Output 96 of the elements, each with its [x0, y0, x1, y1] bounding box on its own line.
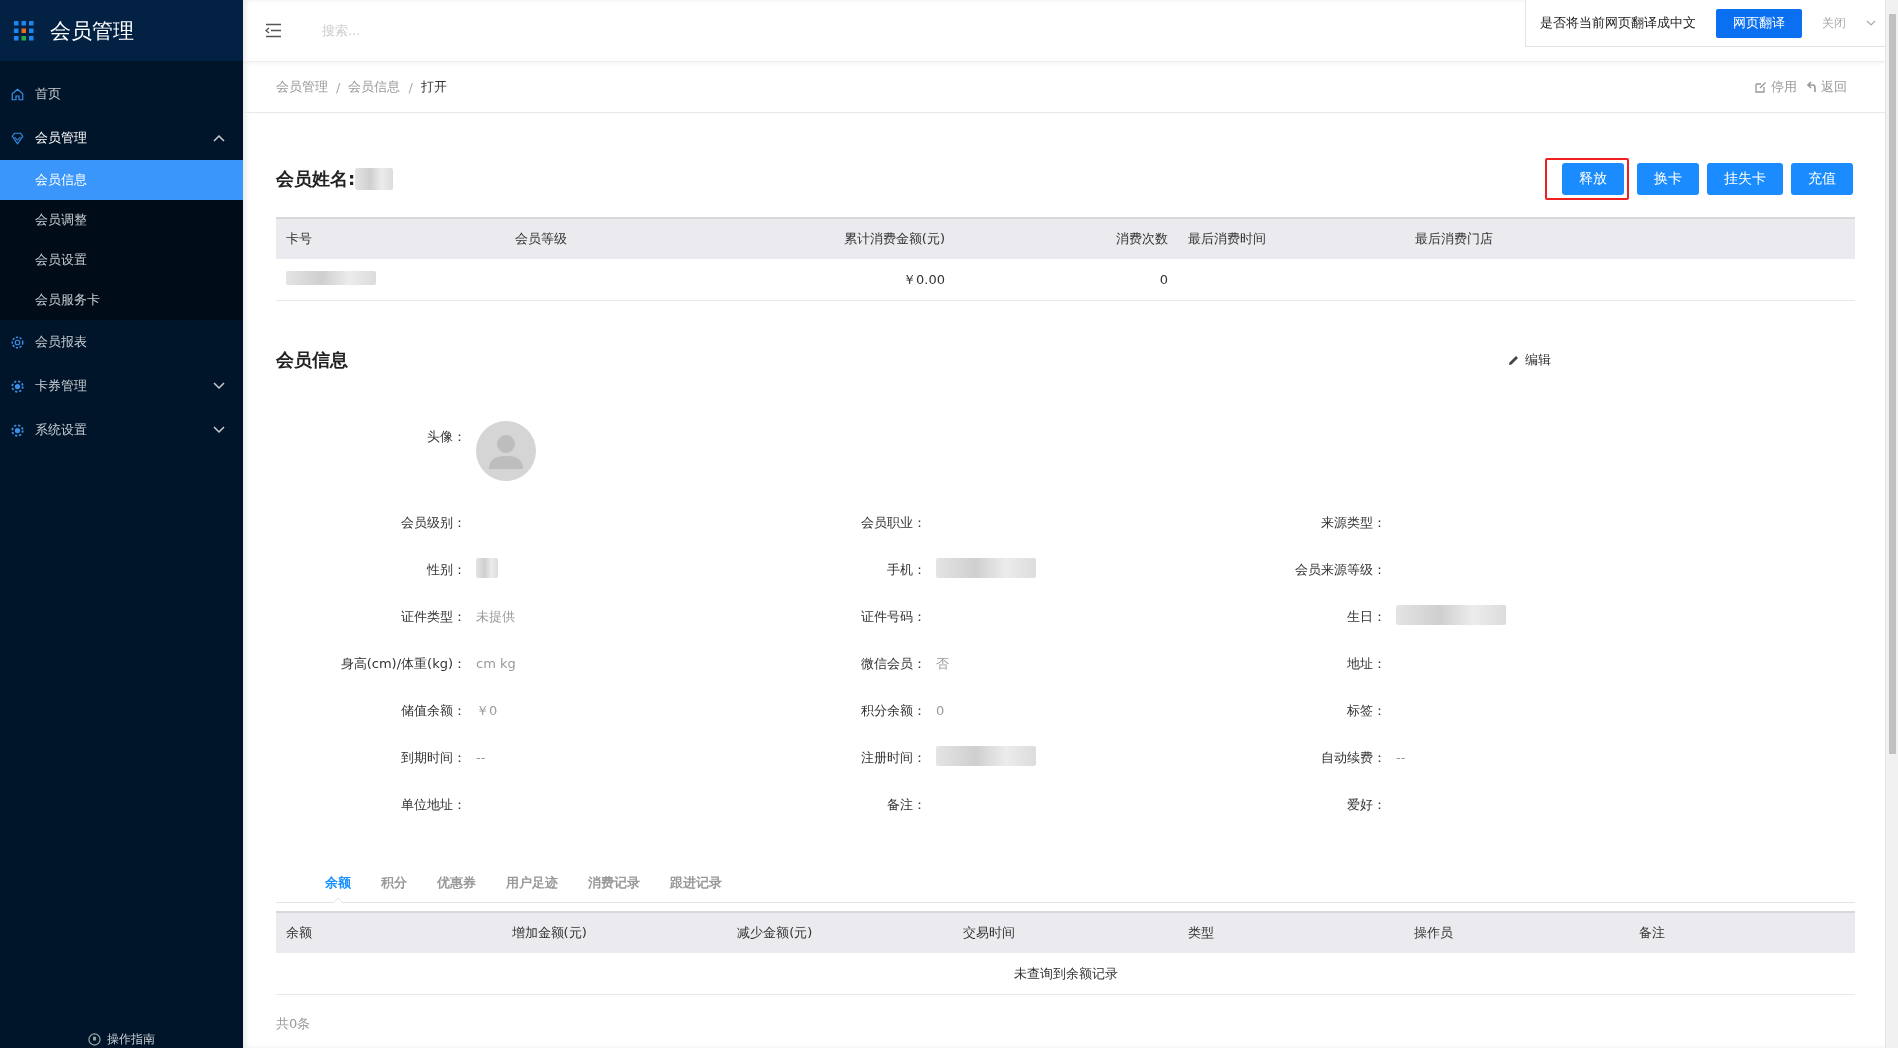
- scrollbar[interactable]: [1885, 0, 1898, 1048]
- chevron-icon: [213, 426, 225, 434]
- column-header: 会员等级: [505, 218, 755, 259]
- translate-button[interactable]: 网页翻译: [1716, 8, 1802, 38]
- field-label: 地址：: [1346, 654, 1387, 673]
- disable-button[interactable]: 停用: [1755, 78, 1797, 96]
- field-value: ￥0: [475, 701, 499, 720]
- field-label: 手机：: [886, 560, 927, 579]
- column-header: 最后消费门店: [1405, 218, 1855, 259]
- breadcrumb-item[interactable]: 会员信息: [348, 78, 401, 96]
- tab[interactable]: 积分: [366, 868, 422, 902]
- pencil-icon: [1508, 354, 1519, 366]
- field-label: 会员职业：: [860, 513, 927, 532]
- column-header: 最后消费时间: [1178, 218, 1405, 259]
- field-value: 0: [935, 703, 946, 718]
- field-label: 备注：: [886, 795, 927, 814]
- breadcrumb-item[interactable]: 会员管理: [276, 78, 328, 96]
- field-label: 性别：: [426, 560, 467, 579]
- field-label: 注册时间：: [860, 748, 927, 767]
- field-label: 自动续费：: [1320, 748, 1387, 767]
- member-name-label: 会员姓名:: [276, 167, 356, 191]
- table-cell: ￥0.00: [903, 271, 945, 287]
- action-button[interactable]: 释放: [1562, 163, 1624, 195]
- total-count: 共0条: [276, 1015, 312, 1033]
- diamond-icon: [10, 130, 25, 146]
- close-button[interactable]: 关闭: [1822, 14, 1846, 32]
- app-grid-icon[interactable]: [14, 20, 34, 41]
- field-label: 头像：: [426, 428, 467, 446]
- menu-item[interactable]: 会员管理: [0, 116, 243, 160]
- edit-button[interactable]: 编辑: [1508, 351, 1551, 369]
- breadcrumb-separator: /: [408, 79, 413, 95]
- menu-item[interactable]: 卡券管理: [0, 364, 243, 408]
- column-header: 累计消费金额(元): [755, 218, 955, 259]
- tab[interactable]: 跟进记录: [655, 868, 737, 902]
- field-label: 会员级别：: [400, 513, 467, 532]
- submenu-item[interactable]: 会员信息: [0, 160, 243, 200]
- breadcrumb-item: 打开: [420, 78, 447, 96]
- submenu-item[interactable]: 会员调整: [0, 200, 243, 240]
- empty-message: 未查询到余额记录: [1013, 965, 1118, 981]
- column-header: 卡号: [276, 218, 505, 259]
- translate-prompt: 是否将当前网页翻译成中文: [1540, 14, 1696, 32]
- tab[interactable]: 消费记录: [573, 868, 655, 902]
- guide-link[interactable]: 操作指南: [107, 1030, 155, 1048]
- column-header: 操作员: [1403, 912, 1630, 953]
- gear-icon: [10, 378, 25, 394]
- gear-icon: [10, 334, 25, 350]
- field-label: 积分余额：: [860, 701, 927, 720]
- field-label: 会员来源等级：: [1294, 560, 1387, 579]
- field-label: 来源类型：: [1320, 513, 1387, 532]
- action-button[interactable]: 充值: [1791, 163, 1853, 195]
- field-label: 到期时间：: [400, 748, 467, 767]
- column-header: 备注: [1629, 912, 1855, 953]
- field-value: 未提供: [475, 607, 516, 626]
- column-header: 余额: [276, 912, 502, 953]
- avatar-placeholder: [476, 421, 536, 481]
- menu-item[interactable]: 会员报表: [0, 320, 243, 364]
- section-title: 会员信息: [276, 348, 348, 372]
- app-title: 会员管理: [50, 17, 134, 45]
- column-header: 增加金额(元): [501, 912, 728, 953]
- menu-item[interactable]: 首页: [0, 72, 243, 116]
- column-header: 交易时间: [952, 912, 1179, 953]
- field-label: 证件类型：: [400, 607, 467, 626]
- submenu-item[interactable]: 会员设置: [0, 240, 243, 280]
- tab[interactable]: 用户足迹: [491, 868, 573, 902]
- table-cell: 0: [1159, 272, 1168, 287]
- field-label: 生日：: [1346, 607, 1387, 626]
- field-label: 爱好：: [1346, 795, 1387, 814]
- field-label: 储值余额：: [400, 701, 467, 720]
- column-header: 减少金额(元): [727, 912, 953, 953]
- field-label: 标签：: [1346, 701, 1387, 720]
- field-value: 否: [935, 654, 950, 673]
- field-label: 身高(cm)/体重(kg)：: [339, 654, 467, 673]
- column-header: 类型: [1178, 912, 1404, 953]
- field-label: 微信会员：: [860, 654, 927, 673]
- return-icon: [1807, 81, 1817, 93]
- field-label: 证件号码：: [860, 607, 927, 626]
- submenu-item[interactable]: 会员服务卡: [0, 280, 243, 320]
- field-value: cm kg: [475, 656, 517, 671]
- column-header: 消费次数: [955, 218, 1178, 259]
- gear-icon: [10, 422, 25, 438]
- edit-icon: [1755, 81, 1767, 93]
- field-label: 单位地址：: [400, 795, 467, 814]
- tab[interactable]: 余额: [310, 868, 366, 902]
- menu-icon[interactable]: [265, 23, 282, 38]
- chevron-icon: [213, 382, 225, 390]
- action-button[interactable]: 换卡: [1637, 163, 1699, 195]
- field-value: --: [1395, 750, 1407, 765]
- menu-item[interactable]: 系统设置: [0, 408, 243, 452]
- breadcrumb-separator: /: [336, 79, 341, 95]
- chevron-icon: [213, 134, 225, 142]
- tab[interactable]: 优惠券: [422, 868, 491, 902]
- home-icon: [10, 86, 25, 102]
- back-button[interactable]: 返回: [1807, 78, 1847, 96]
- action-button[interactable]: 挂失卡: [1707, 163, 1783, 195]
- guide-icon: [88, 1032, 101, 1046]
- field-value: --: [475, 750, 487, 765]
